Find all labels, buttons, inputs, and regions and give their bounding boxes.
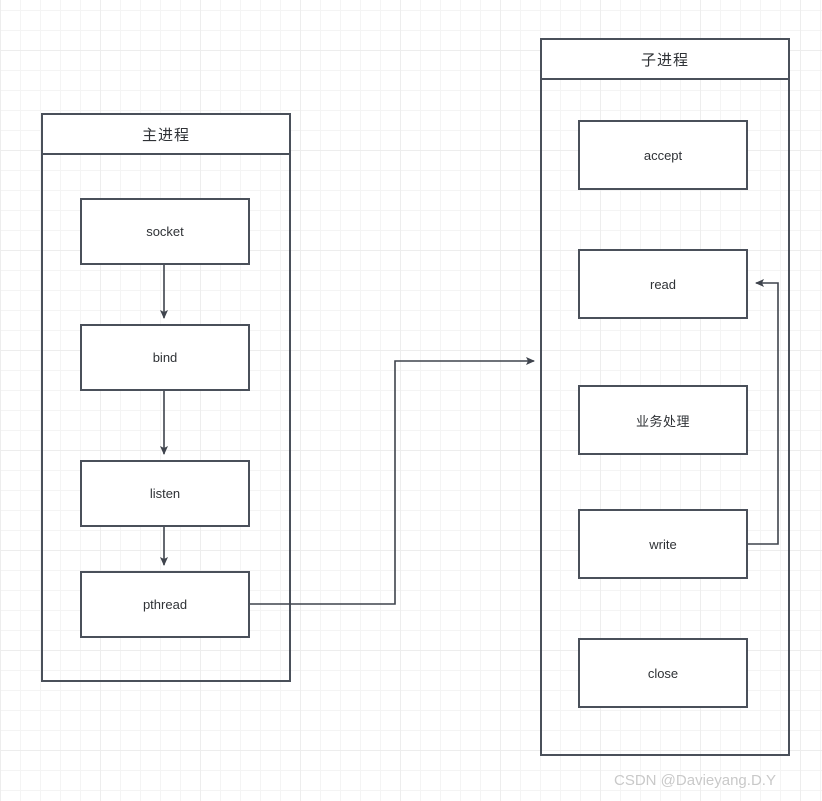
node-label-business-processing: 业务处理 [635,413,690,429]
node-close[interactable]: close [578,638,748,708]
pool-title-main-process: 主进程 [141,126,190,144]
node-listen[interactable]: listen [80,460,250,527]
node-label-listen: listen [149,486,181,501]
node-label-bind: bind [152,350,178,365]
node-label-socket: socket [146,224,184,239]
node-label-read: read [649,276,677,292]
node-label-pthread: pthread [142,597,188,612]
node-label-accept: accept [643,147,683,163]
watermark-text: CSDN @Davieyang.D.Y [614,772,776,789]
edge-pthread-to-child-process [250,357,535,605]
node-socket[interactable]: socket [80,198,250,265]
node-label-write: write [649,536,677,552]
node-accept[interactable]: accept [578,120,748,190]
node-bind[interactable]: bind [80,324,250,391]
node-business-processing[interactable]: 业务处理 [578,385,748,455]
diagram-canvas: 主进程 子进程 socket bind listen pthread accep… [0,0,822,801]
node-label-close: close [647,665,679,681]
node-pthread[interactable]: pthread [80,571,250,638]
node-write[interactable]: write [578,509,748,579]
node-read[interactable]: read [578,249,748,319]
pool-header-main-process: 主进程 [43,115,289,155]
pool-title-child-process: 子进程 [640,51,689,69]
pool-header-child-process: 子进程 [542,40,788,80]
